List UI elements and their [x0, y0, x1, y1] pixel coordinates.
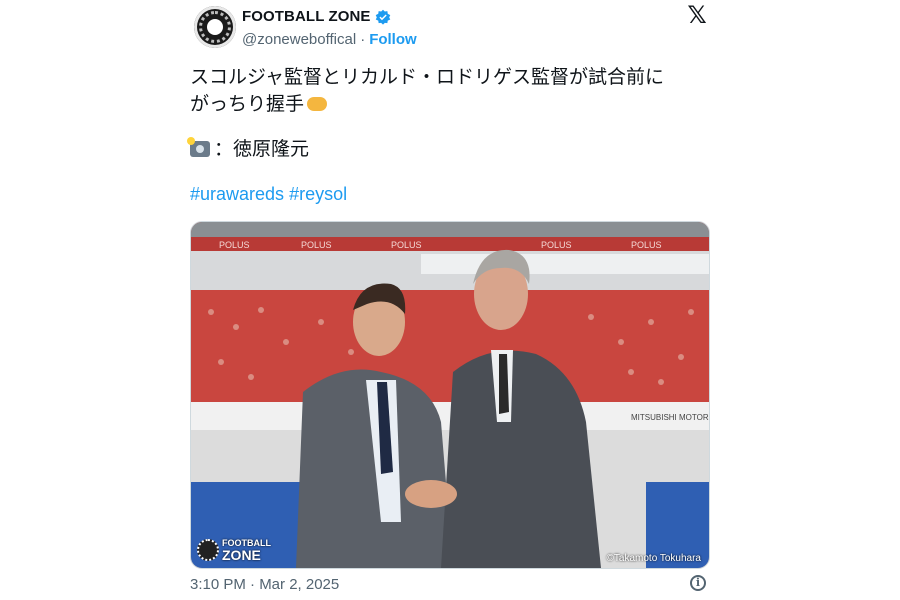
tweet-line-2: がっちり握手	[190, 91, 710, 118]
tweet-line-2-text: がっちり握手	[190, 94, 305, 115]
info-icon[interactable]: i	[690, 575, 706, 591]
hashtag-reysol[interactable]: #reysol	[289, 184, 347, 204]
banner-text-3: POLUS	[391, 240, 422, 250]
football-zone-watermark: FOOTBALL ZONE	[197, 538, 271, 562]
avatar-core	[207, 19, 223, 35]
tweet-timestamp[interactable]: 3:10 PM · Mar 2, 2025	[190, 576, 339, 593]
follow-button[interactable]: Follow	[369, 31, 417, 48]
watermark-ball-icon	[197, 539, 219, 561]
sponsor-board-text: MITSUBISHI MOTORS	[631, 413, 709, 422]
display-name[interactable]: FOOTBALL ZONE	[242, 8, 371, 25]
handle-row: @zoneweboffical · Follow	[242, 31, 417, 48]
account-handle[interactable]: @zoneweboffical	[242, 31, 356, 48]
tweet-card: FOOTBALL ZONE @zoneweboffical · Follow 𝕏 ス…	[187, 0, 710, 600]
banner-text-2: POLUS	[301, 240, 332, 250]
handshake-emoji-icon	[307, 97, 328, 111]
tweet-media-photo[interactable]: POLUS POLUS POLUS POLUS POLUS MITSUBISHI…	[190, 221, 710, 569]
banner-text-5: POLUS	[631, 240, 662, 250]
camera-flash-icon	[187, 137, 210, 157]
hashtags: #urawareds #reysol	[190, 184, 347, 205]
banner-text-4: POLUS	[541, 240, 572, 250]
tweet-text: スコルジャ監督とリカルド・ロドリゲス監督が試合前に がっちり握手	[190, 64, 710, 118]
name-row: FOOTBALL ZONE	[242, 8, 391, 25]
hashtag-urawareds[interactable]: #urawareds	[190, 184, 284, 204]
banner-text-1: POLUS	[219, 240, 250, 250]
account-avatar[interactable]	[194, 6, 236, 48]
watermark-big: ZONE	[222, 547, 261, 563]
photo-credit-line: ：徳原隆元	[187, 134, 310, 161]
stadium-photo-illustration: POLUS POLUS POLUS POLUS POLUS MITSUBISHI…	[191, 222, 709, 568]
x-logo-icon[interactable]: 𝕏	[686, 3, 708, 27]
watermark-text: FOOTBALL ZONE	[222, 538, 271, 562]
separator: ·	[360, 31, 366, 48]
photo-credit: ©Takamoto Tokuhara	[606, 553, 701, 564]
tweet-line-1: スコルジャ監督とリカルド・ロドリゲス監督が試合前に	[190, 67, 665, 88]
verified-badge-icon	[375, 9, 390, 25]
credit-text: ：徳原隆元	[214, 139, 310, 160]
